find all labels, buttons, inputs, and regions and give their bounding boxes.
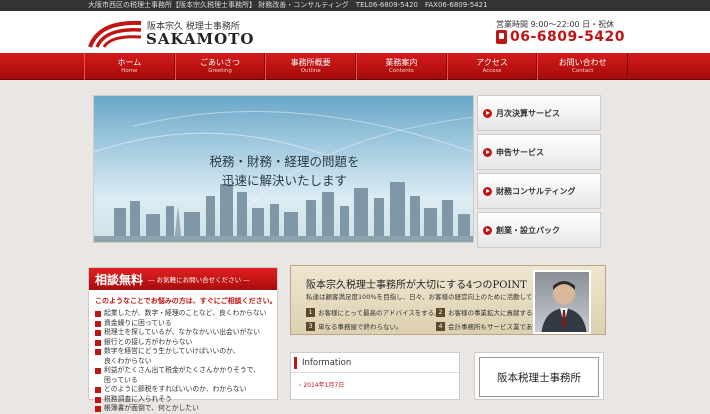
list-item: 良くわからない	[104, 356, 152, 365]
points-title: 阪本宗久税理士事務所が大切にする4つのPOINT	[306, 280, 527, 291]
point-text: 単なる事務屋で終わらない。	[318, 323, 403, 331]
list-item: 利益がたくさん出て税金がたくさんかかりそうで、	[95, 366, 277, 376]
point-text: お客様の事業拡大に貢献する。	[448, 309, 539, 317]
representative-photo	[533, 270, 591, 334]
office-banner-label: 阪本税理士事務所	[479, 357, 599, 397]
news-date-link[interactable]: 2014年1月7日	[299, 380, 459, 389]
information-header: Information	[291, 353, 459, 373]
point-number: 1	[306, 307, 315, 317]
heading-accent	[294, 356, 297, 369]
nav-item-contents[interactable]: 業務案内 Contents	[356, 53, 447, 80]
nav-item-sublabel: Outline	[300, 68, 321, 74]
point-number: 2	[436, 307, 445, 317]
hero-banner: 税務・財務・経理の問題を 迅速に解決いたします	[93, 95, 474, 243]
logo-mark-icon[interactable]	[87, 17, 145, 49]
nav-item-greeting[interactable]: ごあいさつ Greeting	[174, 53, 266, 80]
list-item: 税理士を探しているが、なかなかいい出会いがない	[95, 328, 277, 338]
nav-item-sublabel: Contact	[571, 68, 594, 74]
nav-item-sublabel: Greeting	[208, 68, 232, 74]
nav-item-label: 業務案内	[385, 58, 418, 67]
phone-icon	[496, 30, 507, 44]
nav-item-sublabel: Access	[482, 68, 502, 74]
point-item: 1 お客様にとって最高のアドバイスをする。	[306, 307, 441, 317]
point-text: お客様にとって最高のアドバイスをする。	[318, 309, 441, 317]
consultation-lead: このようなことでお悩みの方は、すぐにご相談ください。	[95, 297, 277, 305]
point-text: 会計事務所もサービス業である。	[448, 323, 546, 331]
nav-item-label: お問い合わせ	[558, 58, 607, 67]
nav-item-label: ホーム	[117, 58, 142, 67]
service-consulting-button[interactable]: 財務コンサルティング	[477, 173, 601, 209]
hero-line-2: 迅速に解決いたします	[221, 173, 347, 188]
service-label: 財務コンサルティング	[496, 186, 576, 196]
list-item: 税務調査に入られそう	[95, 395, 277, 405]
list-item: 困っている	[104, 375, 138, 384]
service-label: 申告サービス	[496, 147, 544, 157]
nav-item-access[interactable]: アクセス Access	[446, 53, 538, 80]
phone-contact: 06-6809-5420	[496, 29, 625, 45]
consultation-title: 相談無料	[95, 272, 144, 287]
four-points-panel: 阪本宗久税理士事務所が大切にする4つのPOINT 私達は顧客満足度100%を目指…	[290, 265, 606, 335]
list-item: 資金繰りに困っている	[95, 319, 277, 329]
hero-line-1: 税務・財務・経理の問題を	[209, 154, 360, 169]
service-label: 創業・設立パック	[496, 225, 560, 235]
service-menu: 月次決算サービス 申告サービス 財務コンサルティング 創業・設立パック	[477, 95, 601, 251]
free-consultation-box: 相談無料 ― お気軽にお問い合せください ― このようなことでお悩みの方は、すぐ…	[88, 267, 278, 412]
nav-item-label: 事務所概要	[290, 58, 331, 67]
point-number: 4	[436, 321, 445, 331]
site-header: 阪本宗久 税理士事務所 SAKAMOTO 営業時間 9:00〜22:00 日・祝…	[0, 11, 710, 53]
concern-list: 起業したが、数字・経理のことなど、良くわからない 資金繰りに困っている 税理士を…	[89, 309, 277, 414]
arrow-right-icon	[483, 225, 492, 235]
list-item: 数字を経営にどう生かしていけばいいのか、	[95, 347, 277, 357]
point-item: 4 会計事務所もサービス業である。	[436, 321, 545, 331]
information-title: Information	[302, 357, 352, 368]
nav-item-contact[interactable]: お問い合わせ Contact	[537, 53, 629, 80]
arrow-right-icon	[483, 147, 492, 157]
consultation-subtitle: ― お気軽にお問い合せください ―	[148, 276, 250, 284]
points-lead: 私達は顧客満足度100%を目指し、日々、お客様の経営向上のために活動しています。	[306, 293, 558, 301]
information-box: Information 2014年1月7日	[290, 352, 460, 400]
point-number: 3	[306, 321, 315, 331]
list-item: 帳簿書が面倒で、何とかしたい	[95, 404, 277, 414]
nav-item-label: アクセス	[476, 58, 508, 67]
office-banner[interactable]: 阪本税理士事務所	[474, 352, 604, 400]
phone-number: 06-6809-5420	[510, 29, 626, 45]
nav-item-label: ごあいさつ	[200, 58, 240, 67]
point-item: 3 単なる事務屋で終わらない。	[306, 321, 403, 331]
service-monthly-settlement-button[interactable]: 月次決算サービス	[477, 95, 601, 131]
point-item: 2 お客様の事業拡大に貢献する。	[436, 307, 539, 317]
arrow-right-icon	[483, 186, 492, 196]
consultation-header[interactable]: 相談無料 ― お気軽にお問い合せください ―	[89, 268, 277, 290]
logo-name[interactable]: SAKAMOTO	[146, 30, 254, 48]
nav-item-home[interactable]: ホーム Home	[84, 53, 175, 80]
list-item: 起業したが、数字・経理のことなど、良くわからない	[95, 309, 277, 319]
list-item: どのように節税をすればいいのか、わからない	[95, 385, 277, 395]
nav-item-sublabel: Home	[121, 68, 138, 74]
nav-item-outline[interactable]: 事務所概要 Outline	[265, 53, 357, 80]
service-startup-pack-button[interactable]: 創業・設立パック	[477, 212, 601, 248]
nav-item-sublabel: Contents	[388, 68, 414, 74]
service-tax-return-button[interactable]: 申告サービス	[477, 134, 601, 170]
main-nav: ホーム Home ごあいさつ Greeting 事務所概要 Outline 業務…	[0, 53, 710, 80]
service-label: 月次決算サービス	[496, 108, 560, 118]
hero-message: 税務・財務・経理の問題を 迅速に解決いたします	[94, 152, 473, 190]
list-item: 銀行との接し方がわからない	[95, 338, 277, 348]
top-info-bar: 大阪市西区の税理士事務所【阪本宗久税理士事務所】 財務改善・コンサルティング T…	[0, 0, 710, 11]
arrow-right-icon	[483, 108, 492, 118]
